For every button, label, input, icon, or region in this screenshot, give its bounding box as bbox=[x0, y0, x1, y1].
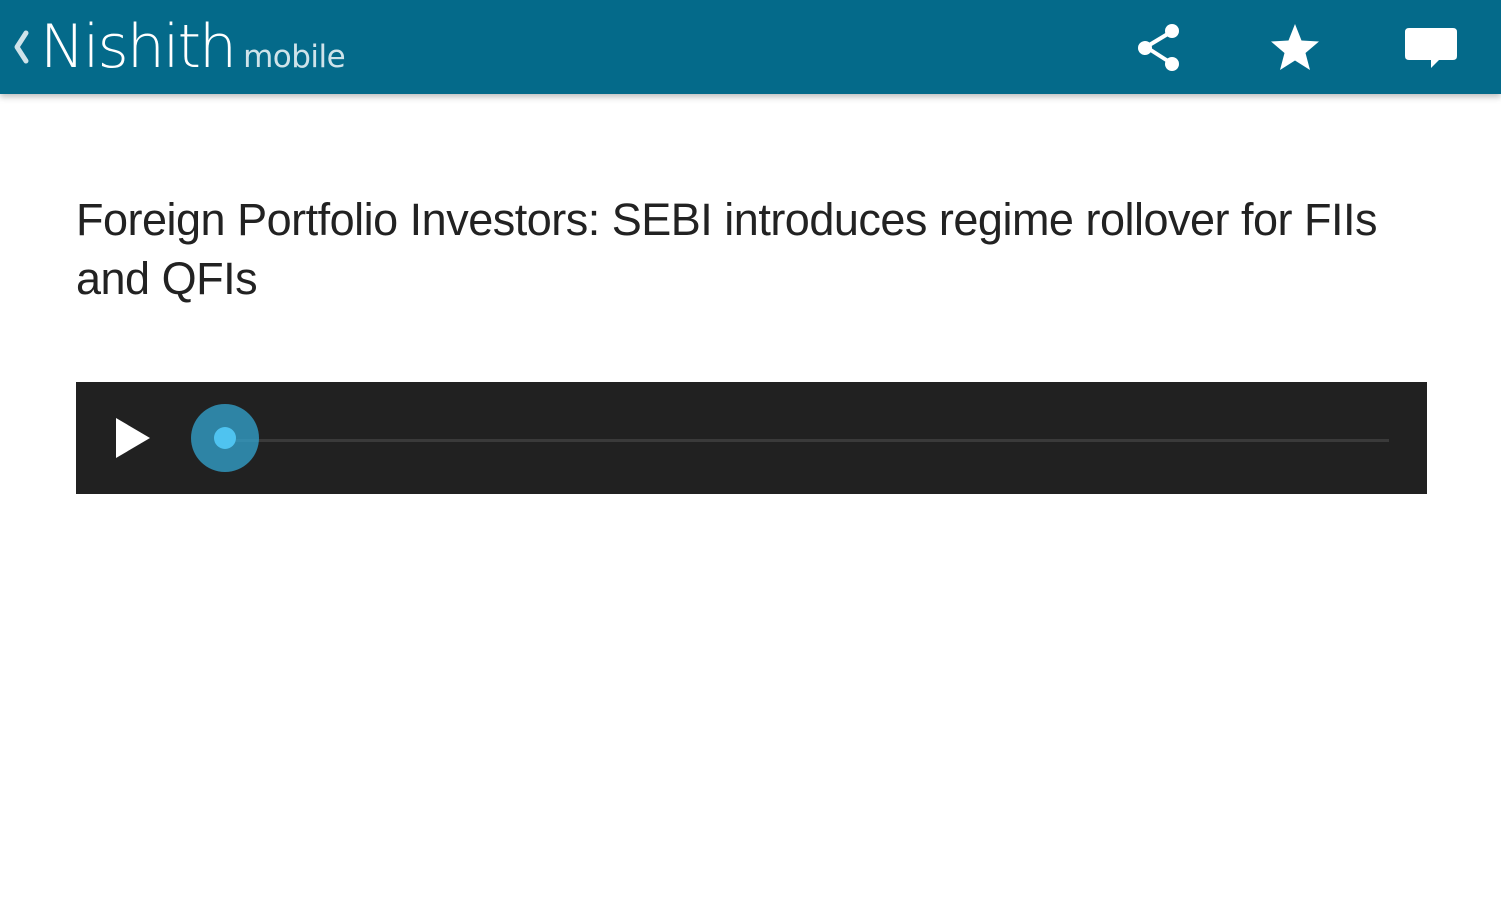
chevron-left-icon bbox=[14, 30, 29, 64]
comment-icon bbox=[1405, 28, 1457, 68]
app-logo[interactable]: Nishith mobile bbox=[40, 12, 346, 82]
share-button[interactable] bbox=[1128, 17, 1190, 79]
play-icon bbox=[116, 418, 150, 458]
comment-button[interactable] bbox=[1400, 17, 1462, 79]
play-button[interactable] bbox=[104, 410, 160, 466]
audio-player bbox=[76, 382, 1427, 494]
app-bar: Nishith mobile bbox=[0, 0, 1501, 94]
seek-thumb[interactable] bbox=[191, 404, 259, 472]
brand-subtitle: mobile bbox=[243, 39, 346, 75]
seek-thumb-core bbox=[214, 427, 236, 449]
article-title: Foreign Portfolio Investors: SEBI introd… bbox=[76, 194, 1378, 304]
favorite-button[interactable] bbox=[1264, 17, 1326, 79]
star-icon bbox=[1271, 24, 1319, 70]
back-button[interactable] bbox=[8, 24, 34, 70]
share-icon bbox=[1138, 24, 1179, 71]
seek-bar[interactable] bbox=[226, 439, 1389, 442]
brand-name: Nishith bbox=[40, 12, 237, 82]
